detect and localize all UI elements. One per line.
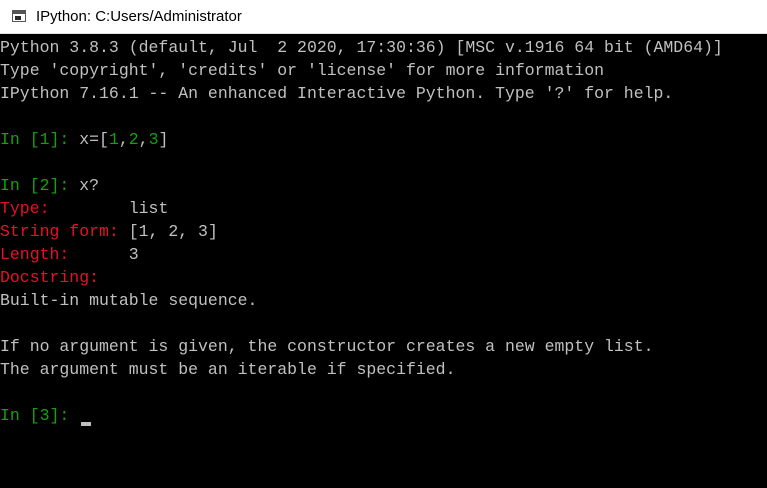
help-value: [1, 2, 3] <box>128 222 218 241</box>
help-string-form-row: String form: [1, 2, 3] <box>0 220 767 243</box>
docstring-line: If no argument is given, the constructor… <box>0 337 654 356</box>
input-cell-1: In [1]: x=[1,2,3] <box>0 130 169 149</box>
in-prompt: In [2]: <box>0 176 80 195</box>
banner-line: Type 'copyright', 'credits' or 'license'… <box>0 61 604 80</box>
prompt-number: 1 <box>39 130 50 149</box>
docstring-line: The argument must be an iterable if spec… <box>0 360 456 379</box>
docstring-line <box>0 312 767 335</box>
help-type-row: Type: list <box>0 197 767 220</box>
input-cell-2: In [2]: x? <box>0 174 767 197</box>
help-value: list <box>128 199 169 218</box>
help-label: Length: <box>0 245 70 264</box>
ipython-window: IPython: C:Users/Administrator Python 3.… <box>0 0 767 488</box>
code-text: x=[ <box>79 130 109 149</box>
docstring-line: Built-in mutable sequence. <box>0 291 258 310</box>
help-value: 3 <box>128 245 139 264</box>
help-length-row: Length: 3 <box>0 243 767 266</box>
text-cursor[interactable] <box>81 422 92 426</box>
banner-line: IPython 7.16.1 -- An enhanced Interactiv… <box>0 84 674 103</box>
help-label: Docstring: <box>0 268 100 287</box>
console-app-icon <box>12 10 26 22</box>
in-prompt: In [1]: <box>0 130 80 149</box>
banner-line: Python 3.8.3 (default, Jul 2 2020, 17:30… <box>0 38 723 57</box>
prompt-number: 3 <box>39 406 50 425</box>
help-label: String form: <box>0 222 119 241</box>
number-literal: 1 <box>108 130 119 149</box>
window-title: IPython: C:Users/Administrator <box>36 8 242 25</box>
help-label: Type: <box>0 199 50 218</box>
help-docstring-row: Docstring: <box>0 266 767 289</box>
prompt-number: 2 <box>39 176 50 195</box>
in-prompt: In [3]: <box>0 406 80 425</box>
code-text: x? <box>79 176 100 195</box>
input-cell-3[interactable]: In [3]: <box>0 404 767 427</box>
console-output[interactable]: Python 3.8.3 (default, Jul 2 2020, 17:30… <box>0 36 767 488</box>
title-bar[interactable]: IPython: C:Users/Administrator <box>0 0 767 34</box>
number-literal: 2 <box>128 130 139 149</box>
number-literal: 3 <box>148 130 159 149</box>
